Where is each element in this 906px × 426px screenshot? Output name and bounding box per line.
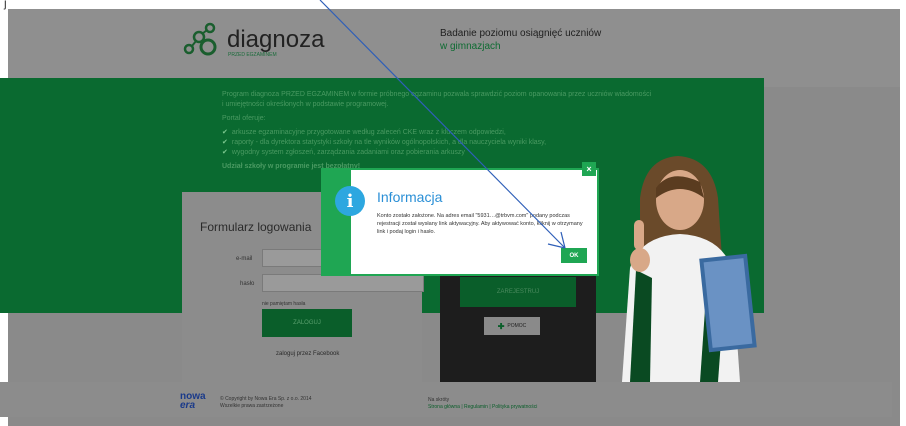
check-icon: ✔ — [222, 129, 228, 136]
copyright-line: © Copyright by Nowa Era Sp. z o.o. 2014 — [220, 396, 312, 402]
footer-nav-title: Na skróty — [428, 397, 450, 403]
email-label: e-mail — [236, 256, 253, 262]
diagnoza-logo-icon[interactable] — [183, 21, 219, 57]
footer-nav-links[interactable]: Strona główna | Regulamin | Polityka pry… — [428, 404, 537, 411]
nowa-era-logo[interactable]: nowa era — [180, 392, 206, 411]
check-icon: ✔ — [222, 139, 228, 146]
intro-line: Program diagnoza PRZED EGZAMINEM w formi… — [222, 91, 652, 98]
intro-bullet: ✔ arkusze egzaminacyjne przygotowane wedł… — [222, 128, 722, 138]
login-title: Formularz logowania — [200, 220, 312, 234]
info-icon: i — [335, 186, 365, 216]
copyright: © Copyright by Nowa Era Sp. z o.o. 2014 … — [220, 396, 312, 410]
check-icon: ✔ — [222, 149, 228, 156]
intro-bullet: ✔ raporty - dla dyrektora statystyki szko… — [222, 138, 722, 148]
logo-subtitle: PRZED EGZAMINEM — [228, 52, 277, 58]
intro-bullet-text: raporty - dla dyrektora statystyki szkoł… — [231, 139, 547, 146]
intro-bullet-text: arkusze egzaminacyjne przygotowane wedłu… — [231, 129, 506, 136]
intro-offer-heading: Portal oferuje: — [222, 115, 266, 122]
help-label: POMOC — [507, 323, 527, 329]
forgot-password-link[interactable]: nie pamiętam hasła — [262, 301, 305, 307]
dialog-title: Informacja — [377, 189, 443, 205]
footer-nav: Na skróty Strona główna | Regulamin | Po… — [428, 397, 537, 411]
student-girl-image — [622, 156, 757, 382]
register-button[interactable]: ZAREJESTRUJ — [460, 277, 576, 307]
password-field[interactable] — [262, 274, 424, 292]
dialog-message: Konto zostało założone. Na adres email "… — [377, 213, 583, 235]
nowa-era-logo-line2: era — [180, 400, 196, 411]
password-label: hasło — [240, 281, 255, 287]
logo-text[interactable]: diagnoza — [227, 26, 324, 54]
intro-line: i umiejętności określonych w podstawie p… — [222, 101, 389, 108]
login-button[interactable]: ZALOGUJ — [262, 309, 352, 337]
info-dialog: i Informacja Konto zostało założone. Na … — [321, 168, 599, 276]
tagline-highlight: w gimnazjach — [440, 41, 501, 52]
help-icon: ✚ — [497, 321, 505, 331]
ok-button[interactable]: OK — [561, 248, 587, 263]
copyright-line: Wszelkie prawa zastrzeżone — [220, 403, 284, 409]
close-icon[interactable]: × — [582, 162, 596, 176]
top-strip-text: j — [4, 0, 7, 10]
intro-bullet-text: wygodny system zgłoszeń, zarządzania zad… — [231, 149, 465, 156]
facebook-login-link[interactable]: zaloguj przez Facebook — [276, 351, 339, 357]
help-button[interactable]: ✚ POMOC — [484, 317, 540, 335]
top-strip: j — [0, 0, 906, 10]
tagline: Badanie poziomu osiągnięć uczniów — [440, 28, 602, 39]
